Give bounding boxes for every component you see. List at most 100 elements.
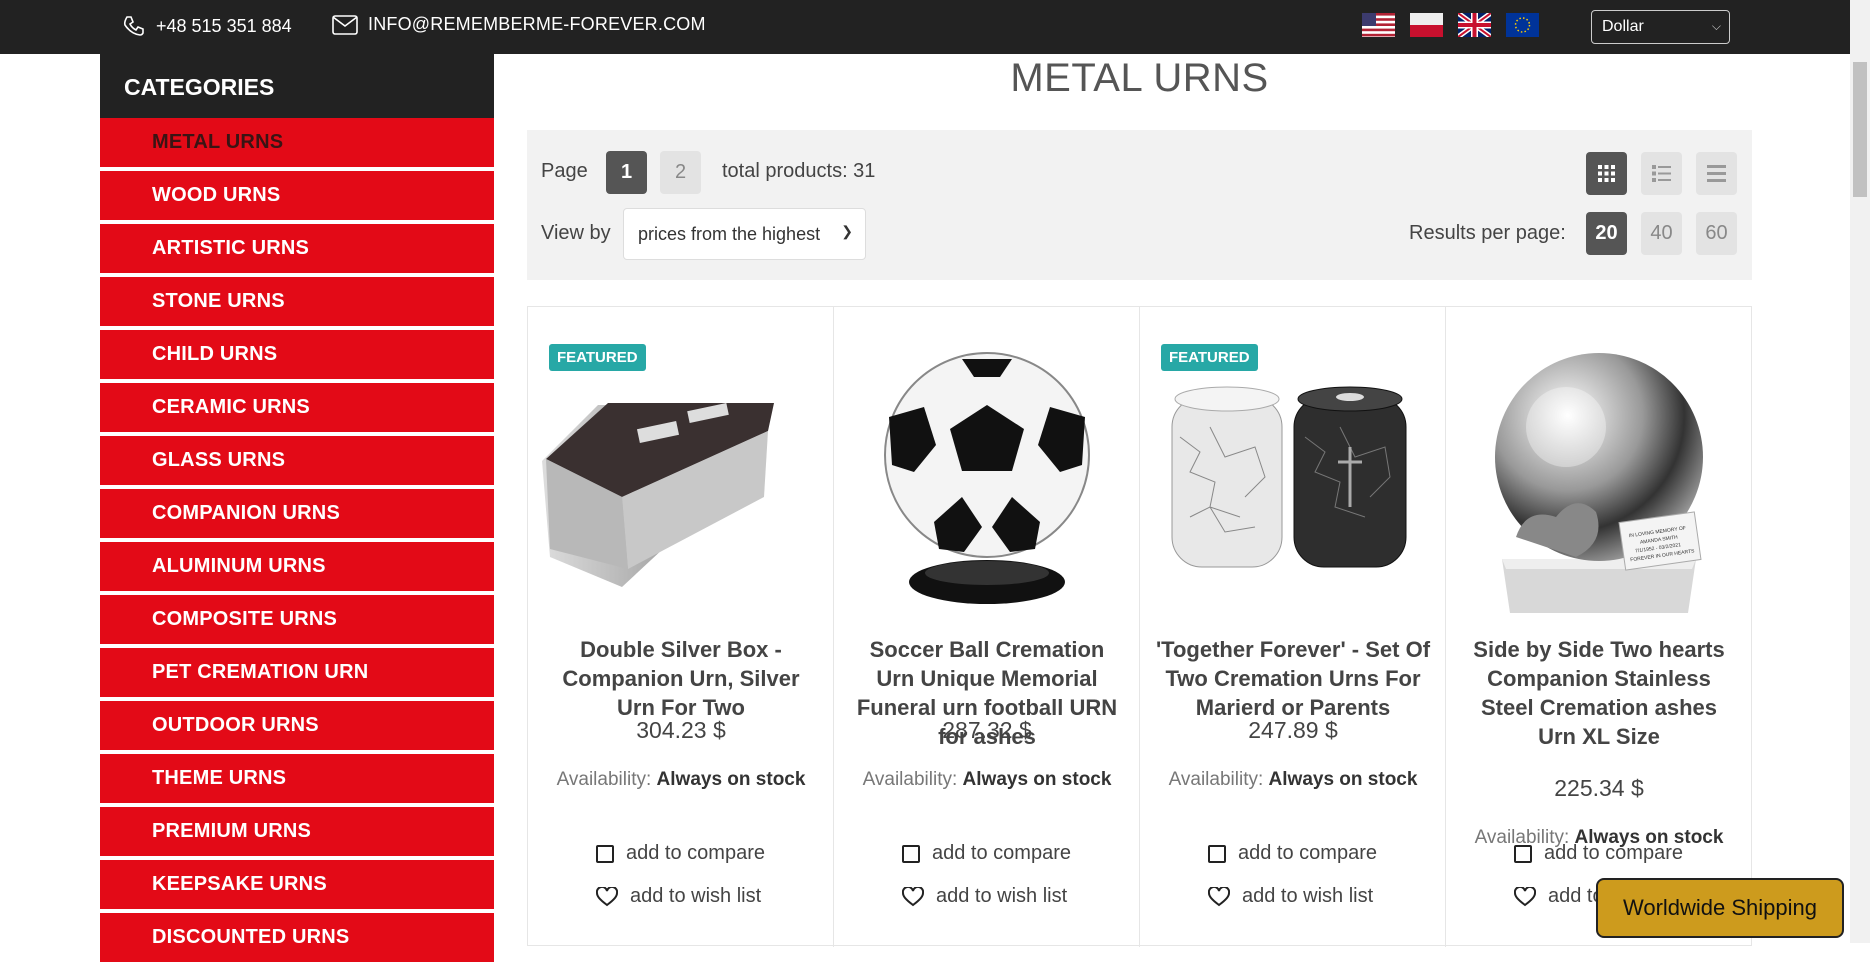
uk-flag-icon[interactable] [1458,13,1491,37]
compare-label: add to compare [1238,842,1377,864]
per-page-60-button[interactable]: 60 [1696,212,1737,255]
add-to-wish-list[interactable]: add to wish list [596,885,761,908]
product-image[interactable] [538,337,824,617]
category-artistic-urns[interactable]: ARTISTIC URNS [100,224,494,273]
add-to-compare[interactable]: add to compare [1208,842,1377,865]
product-price: 304.23 $ [636,717,726,743]
availability-label: Availability: [1168,769,1264,790]
availability-label: Availability: [862,769,958,790]
category-metal-urns[interactable]: METAL URNS [100,118,494,167]
product-name[interactable]: 'Together Forever' - Set Of Two Crematio… [1155,635,1431,722]
product-price: 225.34 $ [1554,775,1644,801]
currency-value: Dollar [1602,18,1644,35]
featured-badge: FEATURED [549,344,646,371]
availability-value: Always on stock [1268,769,1418,790]
product-price: 287.32 $ [942,717,1032,743]
add-to-wish-list[interactable]: add to wish list [902,885,1067,908]
wish-label: add to wish list [936,885,1068,907]
category-ceramic-urns[interactable]: CERAMIC URNS [100,383,494,432]
top-bar: +48 515 351 884 INFO@REMEMBERME-FOREVER.… [0,0,1850,54]
compare-label: add to compare [1544,842,1683,864]
product-name[interactable]: Double Silver Box - Companion Urn, Silve… [543,635,819,722]
add-to-compare[interactable]: add to compare [596,842,765,865]
categories-sidebar: CATEGORIES METAL URNS WOOD URNS ARTISTIC… [100,54,494,962]
checkbox-icon [1208,844,1226,863]
grid-icon [1598,165,1615,182]
category-wood-urns[interactable]: WOOD URNS [100,171,494,220]
category-theme-urns[interactable]: THEME URNS [100,754,494,803]
currency-select[interactable]: Dollar ⌵ [1591,10,1730,44]
availability-value: Always on stock [962,769,1112,790]
page-title: METAL URNS [1010,56,1269,100]
grid-view-button[interactable] [1586,152,1627,195]
product-image[interactable] [1150,337,1436,617]
heart-icon [1514,886,1536,906]
product-card[interactable]: FEATURED Double Silver Box - Companion U… [528,307,834,947]
product-availability: Availability: Always on stock [834,769,1140,791]
product-price: 247.89 $ [1248,717,1338,743]
heart-icon [1208,886,1230,906]
chevron-down-icon: ⌵ [1711,19,1721,33]
page-label: Page [541,160,588,182]
product-name[interactable]: Side by Side Two hearts Companion Stainl… [1461,635,1737,751]
view-by-label: View by [541,222,611,244]
mail-icon [332,14,358,35]
language-flags [1362,13,1539,37]
checkbox-icon [596,844,614,863]
category-child-urns[interactable]: CHILD URNS [100,330,494,379]
us-flag-icon[interactable] [1362,13,1395,37]
featured-badge: FEATURED [1161,344,1258,371]
page-scrollbar[interactable] [1850,0,1870,943]
results-per-page-label: Results per page: [1409,222,1566,244]
sort-value: prices from the highest [638,224,821,244]
wish-label: add to wish list [630,885,762,907]
phone-icon [123,16,144,36]
add-to-compare[interactable]: add to compare [1514,842,1683,865]
phone-number: +48 515 351 884 [156,15,292,36]
category-pet-cremation-urn[interactable]: PET CREMATION URN [100,648,494,697]
compare-label: add to compare [932,842,1071,864]
add-to-compare[interactable]: add to compare [902,842,1071,865]
list-view-button[interactable] [1641,152,1682,195]
page-2-button[interactable]: 2 [660,151,701,194]
page-1-button[interactable]: 1 [606,151,647,194]
product-image[interactable]: IN LOVING MEMORY OF AMANDA SMITH 7/1/195… [1456,337,1742,617]
product-image[interactable] [844,337,1130,617]
chevron-down-icon: ❯ [841,223,853,239]
product-availability: Availability: Always on stock [528,769,834,791]
heart-icon [902,886,924,906]
category-discounted-urns[interactable]: DISCOUNTED URNS [100,913,494,962]
per-page-40-button[interactable]: 40 [1641,212,1682,255]
email-contact[interactable]: INFO@REMEMBERME-FOREVER.COM [332,14,706,35]
category-composite-urns[interactable]: COMPOSITE URNS [100,595,494,644]
compact-list-view-button[interactable] [1696,152,1737,195]
category-premium-urns[interactable]: PREMIUM URNS [100,807,494,856]
worldwide-shipping-button[interactable]: Worldwide Shipping [1596,878,1844,938]
poland-flag-icon[interactable] [1410,13,1443,37]
email-address: INFO@REMEMBERME-FOREVER.COM [368,14,706,34]
add-to-wish-list[interactable]: add to wish list [1208,885,1373,908]
product-card[interactable]: Soccer Ball Cremation Urn Unique Memoria… [834,307,1140,947]
product-availability: Availability: Always on stock [1140,769,1446,791]
compare-label: add to compare [626,842,765,864]
category-companion-urns[interactable]: COMPANION URNS [100,489,494,538]
category-aluminum-urns[interactable]: ALUMINUM URNS [100,542,494,591]
checkbox-icon [902,844,920,863]
sort-select[interactable]: prices from the highest ❯ [623,208,866,260]
eu-flag-icon[interactable] [1506,13,1539,37]
availability-value: Always on stock [656,769,806,790]
menu-lines-icon [1707,165,1726,182]
category-outdoor-urns[interactable]: OUTDOOR URNS [100,701,494,750]
category-stone-urns[interactable]: STONE URNS [100,277,494,326]
per-page-20-button[interactable]: 20 [1586,212,1627,255]
wish-label: add to wish list [1242,885,1374,907]
category-keepsake-urns[interactable]: KEEPSAKE URNS [100,860,494,909]
list-icon [1652,165,1671,182]
phone-contact[interactable]: +48 515 351 884 [122,14,292,38]
categories-title: CATEGORIES [100,54,494,118]
product-card[interactable]: FEATURED 'Together Forever' - Set Of Two… [1140,307,1446,947]
category-glass-urns[interactable]: GLASS URNS [100,436,494,485]
product-card[interactable]: IN LOVING MEMORY OF AMANDA SMITH 7/1/195… [1446,307,1752,947]
scrollbar-thumb[interactable] [1853,62,1867,197]
checkbox-icon [1514,844,1532,863]
